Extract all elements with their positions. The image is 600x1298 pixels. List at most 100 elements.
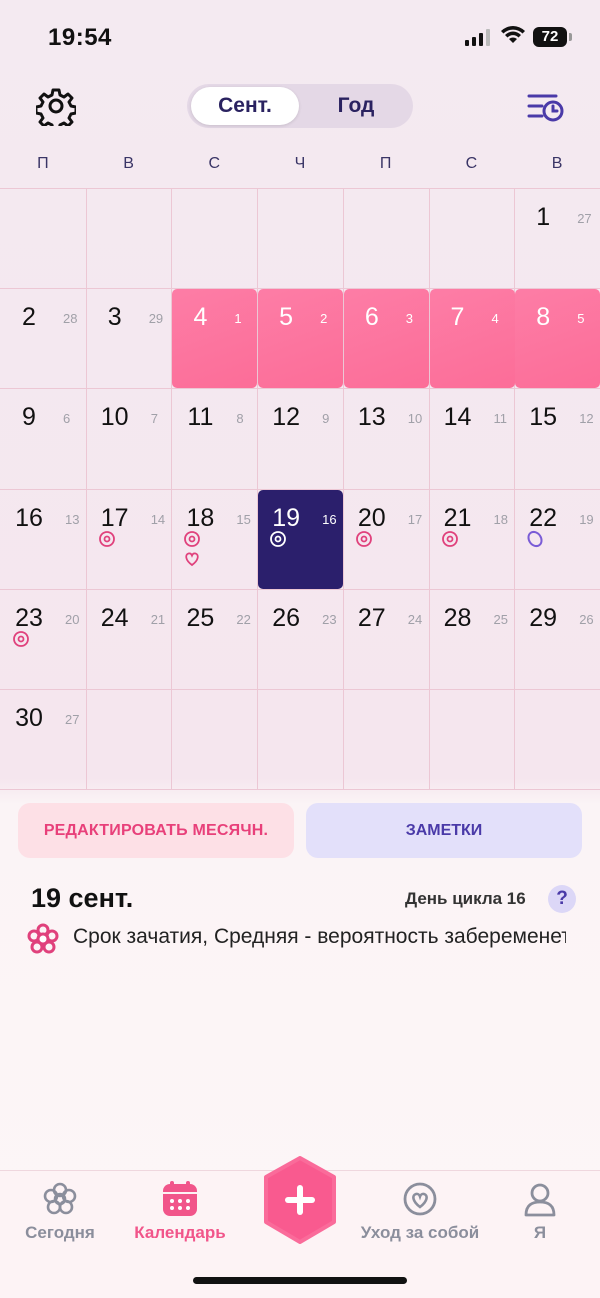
weekday-label: П [379,155,392,172]
calendar-day[interactable]: 15 12 [515,389,600,488]
calendar-day-period[interactable]: 74 [429,289,515,389]
cellular-signal-icon [465,29,490,46]
day-number: 8 [536,303,551,332]
calendar-day[interactable]: 11 8 [172,389,257,488]
calendar-day-period[interactable]: 63 [343,289,429,389]
day-number: 7 [450,303,465,332]
calendar-day-period[interactable]: 52 [258,289,344,389]
grid-line [0,188,600,189]
cycle-day-number: 11 [493,411,508,427]
day-number: 19 [272,503,300,532]
settings-gear-icon[interactable] [36,86,76,126]
fertile-flower-icon [98,530,115,547]
day-number: 14 [443,403,472,432]
grid-line [171,188,173,789]
cycle-day-number: 28 [63,311,78,327]
wifi-icon [501,26,525,43]
status-bar: 19:54 72 [0,0,600,70]
calendar-day-today[interactable]: 19 16 [258,489,344,589]
day-number: 5 [279,303,294,332]
calendar-day[interactable]: 22 19 [515,490,600,589]
edit-period-button[interactable]: РЕДАКТИРОВАТЬ МЕСЯЧН. [18,803,294,858]
cycle-day-number: 20 [65,611,80,627]
day-number: 28 [443,603,472,632]
cycle-day-number: 1 [234,311,242,327]
cycle-day-number: 5 [577,311,585,327]
calendar-day-period[interactable]: 85 [515,289,600,389]
status-time: 19:54 [48,24,112,51]
calendar-day[interactable]: 27 24 [344,590,429,689]
cycle-day-number: 17 [407,511,423,527]
calendar-day[interactable]: 25 22 [172,590,257,689]
fertile-flower-icon [13,630,29,647]
calendar-day[interactable]: 29 26 [515,590,600,689]
weekday-label: В [123,155,134,172]
help-button[interactable]: ? [548,885,576,913]
grid-line [257,188,259,789]
battery-indicator: 72 [533,27,572,47]
calendar-day[interactable]: 26 23 [258,590,343,689]
tab-year[interactable]: Год [303,87,409,125]
calendar-day[interactable]: 13 10 [344,389,429,488]
day-number: 25 [186,603,215,632]
cycle-day-number: 13 [65,511,80,527]
day-info-row[interactable]: Срок зачатия, Средняя - вероятность забе… [26,922,566,954]
calendar-day[interactable]: 10 7 [87,389,172,488]
day-number: 13 [357,403,386,432]
calendar-day[interactable]: 17 14 [87,490,172,589]
calendar-day[interactable]: 14 11 [430,389,515,488]
calendar-day[interactable]: 1 27 [515,189,600,288]
profile-icon [524,1183,556,1217]
grid-line [0,789,600,791]
weekday-label: П [37,155,49,172]
cycle-history-icon[interactable] [526,90,566,126]
day-number: 17 [100,503,129,532]
day-number: 18 [186,503,215,532]
day-number: 24 [100,603,129,632]
calendar-day[interactable]: 2 28 [1,289,86,388]
day-number: 10 [100,403,129,432]
notes-button[interactable]: ЗАМЕТКИ [306,803,582,858]
tab-label: Я [533,1223,547,1242]
calendar-day[interactable]: 18 15 [172,490,257,589]
calendar-day[interactable]: 96 [1,389,86,488]
calendar-day[interactable]: 20 17 [344,490,429,589]
calendar-grid: 1 27 2 28 3 29 4 1 5 2 6 3 7 4 8 5 9 6 10 7 11 8 12 9 13 10 14 11 15… [0,188,600,791]
tab-month[interactable]: Сент. [191,87,299,125]
calendar-day[interactable]: 30 27 [1,690,86,789]
cycle-day-number: 18 [493,511,508,527]
calendar-day[interactable]: 28 25 [430,590,515,689]
fertile-flower-icon [270,530,286,547]
calendar-day[interactable]: 21 18 [430,490,515,589]
calendar-day[interactable]: 12 9 [258,389,343,488]
self-care-heart-icon [403,1182,437,1216]
fertile-flower-icon [441,530,458,547]
day-number: 21 [443,503,472,532]
day-number: 4 [193,303,208,332]
grid-line [0,689,600,690]
day-number: 23 [15,603,43,632]
cycle-day-number: 27 [65,712,80,727]
calendar-day[interactable]: 24 21 [87,590,172,689]
cycle-day-number: 15 [236,511,251,527]
cycle-day-number: 3 [405,311,414,327]
cycle-day-number: 24 [407,611,423,627]
weekday-label: В [551,155,563,172]
cycle-day-number: 10 [407,411,423,427]
cycle-day-number: 9 [322,411,330,427]
calendar-day[interactable]: 3 29 [87,289,172,388]
weekday-label: С [208,155,221,172]
calendar-day[interactable]: 16 13 [1,490,86,589]
day-number: 3 [107,303,122,332]
day-number: 20 [357,503,386,532]
day-number: 11 [187,403,214,432]
ovulation-egg-icon [527,530,543,547]
day-number: 22 [529,503,558,532]
calendar-day-period[interactable]: 41 [172,289,258,389]
calendar-icon [163,1181,197,1216]
grid-line [342,188,344,789]
cycle-day-number: 8 [236,411,244,427]
fertile-flower-icon [355,530,372,547]
calendar-day[interactable]: 23 20 [1,590,86,689]
add-log-button[interactable] [261,1156,339,1244]
